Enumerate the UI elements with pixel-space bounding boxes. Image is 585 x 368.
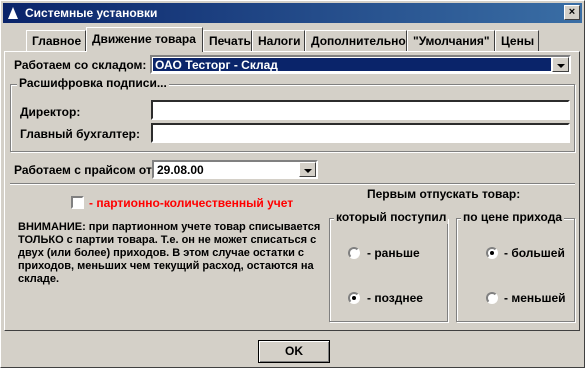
tab-defaults[interactable]: "Умолчания" bbox=[407, 30, 495, 51]
arrival-later-label[interactable]: - позднее bbox=[367, 291, 423, 305]
tab-goods-movement[interactable]: Движение товара bbox=[86, 27, 203, 52]
arrival-legend: который поступил bbox=[334, 210, 449, 224]
arrival-group: который поступил bbox=[329, 210, 449, 322]
pricelist-select[interactable]: 29.08.00 bbox=[152, 160, 318, 179]
separator bbox=[10, 183, 575, 185]
window-title: Системные установки bbox=[25, 6, 158, 20]
price-legend: по цене прихода bbox=[461, 210, 565, 224]
tab-main[interactable]: Главное bbox=[26, 30, 86, 51]
price-lower-radio[interactable] bbox=[486, 292, 498, 304]
ok-button[interactable]: OK bbox=[258, 340, 330, 363]
chief-accountant-label: Главный бухгалтер: bbox=[20, 127, 141, 141]
pricelist-label: Работаем с прайсом от: bbox=[14, 163, 156, 177]
tab-prices[interactable]: Цены bbox=[495, 30, 539, 51]
price-higher-radio[interactable] bbox=[486, 247, 498, 259]
settings-window: Системные установки × Главное Движение т… bbox=[0, 0, 585, 368]
title-bar[interactable]: Системные установки × bbox=[3, 3, 582, 23]
tab-additional[interactable]: Дополнительно bbox=[305, 30, 407, 51]
warehouse-select[interactable]: ОАО Тесторг - Склад bbox=[150, 55, 571, 74]
warehouse-dropdown-icon[interactable] bbox=[552, 57, 569, 72]
arrival-later-radio[interactable] bbox=[348, 292, 360, 304]
director-label: Директор: bbox=[20, 105, 81, 119]
batch-accounting-label[interactable]: - партионно-количественный учет bbox=[89, 196, 293, 210]
price-lower-label[interactable]: - меньшей bbox=[504, 291, 566, 305]
tab-print[interactable]: Печать bbox=[203, 30, 252, 51]
batch-accounting-checkbox[interactable] bbox=[71, 196, 84, 209]
arrival-earlier-label[interactable]: - раньше bbox=[367, 246, 420, 260]
batch-warning-note: ВНИМАНИЕ: при партионном учете товар спи… bbox=[18, 221, 321, 285]
director-field[interactable] bbox=[151, 100, 570, 120]
pricelist-dropdown-icon[interactable] bbox=[299, 162, 316, 177]
close-button[interactable]: × bbox=[564, 5, 580, 20]
signatures-legend: Расшифровка подписи... bbox=[17, 76, 169, 90]
price-higher-label[interactable]: - большей bbox=[504, 246, 565, 260]
price-group: по цене прихода bbox=[456, 210, 575, 322]
arrival-earlier-radio[interactable] bbox=[348, 247, 360, 259]
release-first-heading: Первым отпускать товар: bbox=[367, 187, 521, 201]
tab-taxes[interactable]: Налоги bbox=[252, 30, 305, 51]
pricelist-value: 29.08.00 bbox=[157, 163, 204, 177]
chief-accountant-field[interactable] bbox=[151, 123, 570, 143]
warehouse-label: Работаем со складом: bbox=[14, 58, 147, 72]
app-icon bbox=[8, 7, 18, 19]
warehouse-value: ОАО Тесторг - Склад bbox=[153, 58, 551, 72]
